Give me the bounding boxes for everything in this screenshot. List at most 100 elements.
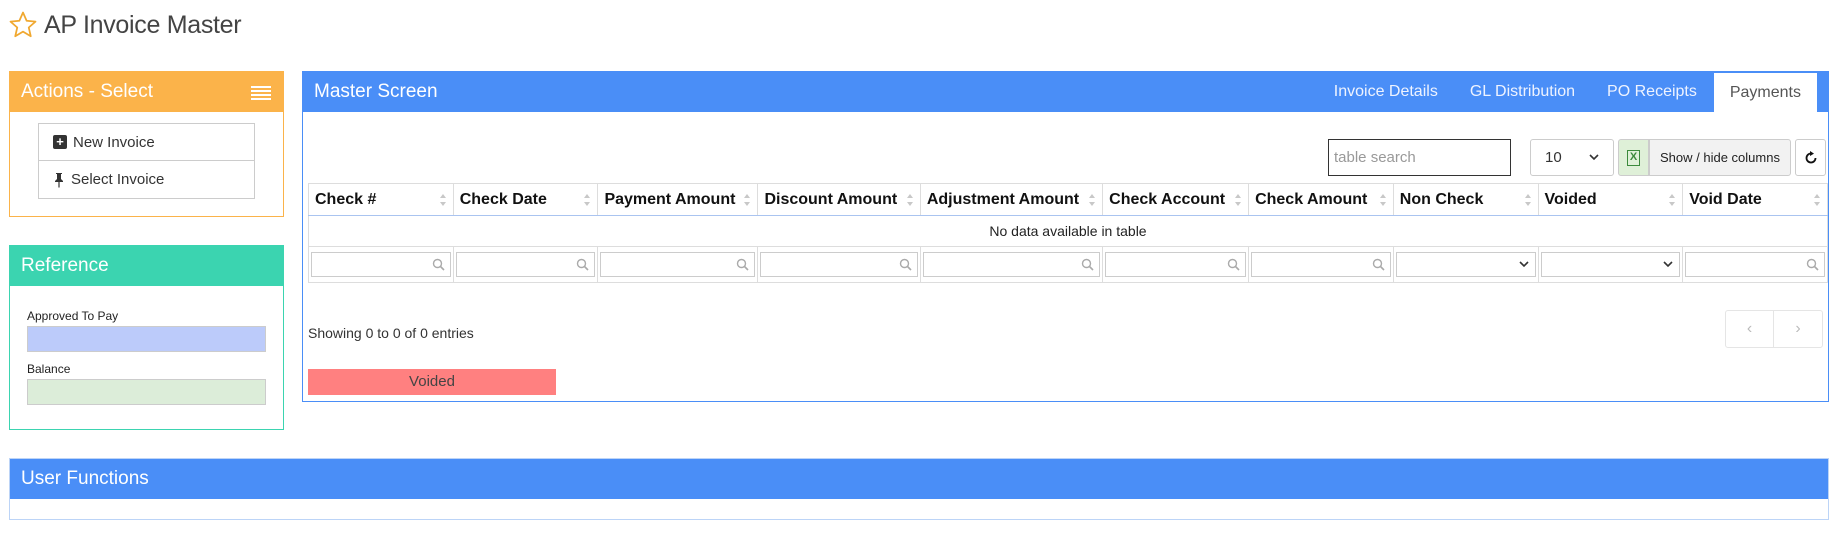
sort-icon [1524,194,1531,206]
actions-panel: Actions - Select + New Invoice Select In… [9,71,284,217]
actions-panel-header: Actions - Select [10,72,283,112]
action-list: + New Invoice Select Invoice [38,123,255,199]
master-panel: Master Screen Invoice Details GL Distrib… [302,71,1829,402]
filter-select[interactable] [1395,252,1536,277]
column-header-label: Check # [315,190,377,208]
tab-gl-distribution[interactable]: GL Distribution [1454,72,1591,112]
sort-icon [1089,194,1096,206]
new-invoice-label: New Invoice [73,133,155,151]
approved-to-pay-label: Approved To Pay [27,309,119,323]
tab-invoice-details[interactable]: Invoice Details [1318,72,1454,112]
column-header[interactable]: Payment Amount [597,183,759,216]
refresh-button[interactable] [1795,139,1826,176]
column-header[interactable]: Adjustment Amount [919,183,1104,216]
reference-panel-title: Reference [21,255,109,276]
sort-icon [1814,194,1820,206]
pin-icon [55,172,63,188]
search-icon [1806,258,1819,271]
empty-row: No data available in table [308,215,1828,247]
sort-icon [1669,194,1676,206]
column-header-label: Check Date [459,190,547,208]
column-header[interactable]: Check # [308,183,454,216]
column-header[interactable]: Check Amount [1248,183,1394,216]
approved-to-pay-field [27,326,266,352]
column-header-label: Non Check [1399,190,1484,208]
star-icon[interactable] [8,10,38,40]
search-icon [577,258,590,271]
page-size-value: 10 [1545,149,1562,166]
search-icon [899,258,912,271]
master-panel-header: Master Screen Invoice Details GL Distrib… [303,72,1828,112]
export-excel-button[interactable]: X [1618,139,1649,176]
column-header-label: Void Date [1689,190,1762,208]
filter-input[interactable] [600,252,756,277]
show-hide-columns-button[interactable]: Show / hide columns [1649,139,1791,176]
balance-field [27,379,266,405]
search-icon [432,258,445,271]
filter-input[interactable] [1685,252,1825,277]
user-functions-panel: User Functions [9,458,1829,520]
column-header-label: Voided [1544,190,1597,208]
user-functions-header: User Functions [10,459,1828,499]
filter-input[interactable] [1105,252,1247,277]
empty-message: No data available in table [308,215,1828,247]
column-header-label: Check Account [1109,190,1226,208]
previous-page-button[interactable]: ‹ [1726,311,1774,347]
user-functions-title: User Functions [21,468,149,489]
chevron-down-icon [1518,261,1529,268]
sort-icon [906,194,913,206]
column-header[interactable]: Check Date [452,183,599,216]
column-header[interactable]: Voided [1537,183,1684,216]
sort-icon [439,194,446,206]
search-icon [737,258,750,271]
filter-input[interactable] [1251,252,1391,277]
column-header-label: Adjustment Amount [926,190,1080,208]
payments-table: Check # Check Date Payment Amount Discou… [308,183,1828,283]
page-header: AP Invoice Master [8,10,242,40]
column-header[interactable]: Check Account [1102,183,1250,216]
filter-input[interactable] [311,252,451,277]
page-size-select[interactable]: 10 [1530,139,1614,176]
filter-row [308,246,1828,283]
tab-bar: Invoice Details GL Distribution PO Recei… [1318,72,1818,112]
balance-label: Balance [27,362,71,376]
actions-panel-title: Actions - Select [21,81,153,102]
table-search-input[interactable] [1328,139,1511,176]
reference-panel: Reference Approved To Pay Balance [9,245,284,430]
sort-icon [1235,194,1242,206]
column-header-label: Check Amount [1255,190,1368,208]
filter-input[interactable] [760,252,918,277]
plus-square-icon: + [53,135,67,149]
filter-input[interactable] [455,252,596,277]
new-invoice-button[interactable]: + New Invoice [39,124,254,161]
column-header[interactable]: Void Date [1682,183,1828,216]
select-invoice-label: Select Invoice [71,171,165,188]
sort-icon [1379,194,1386,206]
sort-icon [744,194,751,206]
column-header[interactable]: Discount Amount [757,183,921,216]
menu-icon[interactable] [251,86,271,100]
search-icon [1227,258,1240,271]
filter-select[interactable] [1540,252,1681,277]
reference-panel-header: Reference [10,246,283,286]
table-info: Showing 0 to 0 of 0 entries [308,325,474,341]
excel-icon: X [1627,149,1640,166]
sort-icon [584,194,591,206]
tab-payments[interactable]: Payments [1712,72,1818,112]
select-invoice-button[interactable]: Select Invoice [39,161,254,198]
pagination: ‹ › [1725,310,1823,348]
chevron-down-icon [1589,154,1599,161]
header-row: Check # Check Date Payment Amount Discou… [308,183,1828,216]
next-page-button[interactable]: › [1774,311,1822,347]
voided-legend: Voided [308,369,556,395]
search-icon [1372,258,1385,271]
filter-input[interactable] [922,252,1101,277]
column-header-label: Payment Amount [604,190,736,208]
refresh-icon [1805,150,1816,163]
page-title: AP Invoice Master [44,10,242,39]
tab-po-receipts[interactable]: PO Receipts [1591,72,1713,112]
column-header[interactable]: Non Check [1392,183,1539,216]
column-header-label: Discount Amount [764,190,898,208]
master-panel-title: Master Screen [314,81,438,102]
chevron-down-icon [1663,261,1673,268]
